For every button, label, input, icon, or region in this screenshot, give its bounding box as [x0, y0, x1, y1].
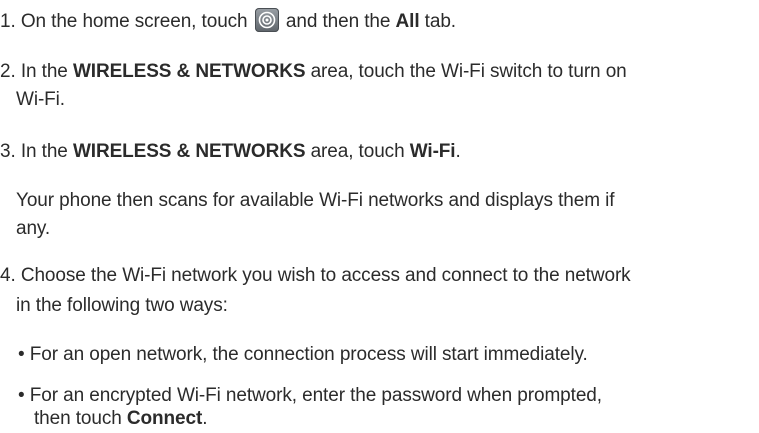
- step-3-note-line-1: Your phone then scans for available Wi-F…: [16, 190, 615, 211]
- step-3-note-line-2: any.: [16, 218, 51, 239]
- step-1-number: 1.: [0, 11, 16, 32]
- step-2-text-post: area, touch the Wi-Fi switch to turn on: [305, 61, 627, 82]
- connect-label: Connect: [126, 408, 203, 429]
- step-1: 1. On the home screen, touch and then th…: [0, 8, 456, 33]
- bullet-open-network: • For an open network, the connection pr…: [18, 344, 588, 365]
- step-1-text-pre: On the home screen, touch: [15, 11, 253, 32]
- step-3-text-pre: In the: [15, 141, 73, 162]
- step-4: 4. Choose the Wi-Fi network you wish to …: [0, 265, 631, 287]
- step-3-wireless-networks: WIRELESS & NETWORKS: [72, 141, 306, 162]
- step-3-text-mid: area, touch: [305, 141, 410, 162]
- step-3-number: 3.: [0, 141, 16, 162]
- instructions-document: 1. On the home screen, touch and then th…: [0, 0, 759, 433]
- step-2-text-pre: In the: [15, 61, 73, 82]
- step-1-text-post: tab.: [419, 11, 456, 32]
- step-1-all-tab: All: [395, 11, 420, 32]
- step-4-line-2: in the following two ways:: [16, 295, 228, 316]
- step-2-continuation: Wi-Fi.: [16, 89, 65, 110]
- step-3-text-post: .: [455, 141, 461, 162]
- step-1-text-mid: and then the: [280, 11, 396, 32]
- step-3-wifi: Wi-Fi: [409, 141, 456, 162]
- step-2: 2. In the WIRELESS & NETWORKS area, touc…: [0, 61, 627, 83]
- bullet-encrypted-network-line-2: then touch Connect.: [34, 408, 208, 430]
- bullet-encrypted-network-line-1: • For an encrypted Wi-Fi network, enter …: [18, 385, 602, 406]
- bullet-encrypted-pre: then touch: [34, 408, 127, 429]
- step-2-number: 2.: [0, 61, 16, 82]
- step-3: 3. In the WIRELESS & NETWORKS area, touc…: [0, 141, 461, 163]
- settings-icon: [254, 8, 279, 32]
- bullet-encrypted-post: .: [202, 408, 208, 429]
- step-4-line-1: Choose the Wi-Fi network you wish to acc…: [15, 265, 631, 286]
- step-4-number: 4.: [0, 265, 16, 286]
- step-2-wireless-networks: WIRELESS & NETWORKS: [72, 61, 306, 82]
